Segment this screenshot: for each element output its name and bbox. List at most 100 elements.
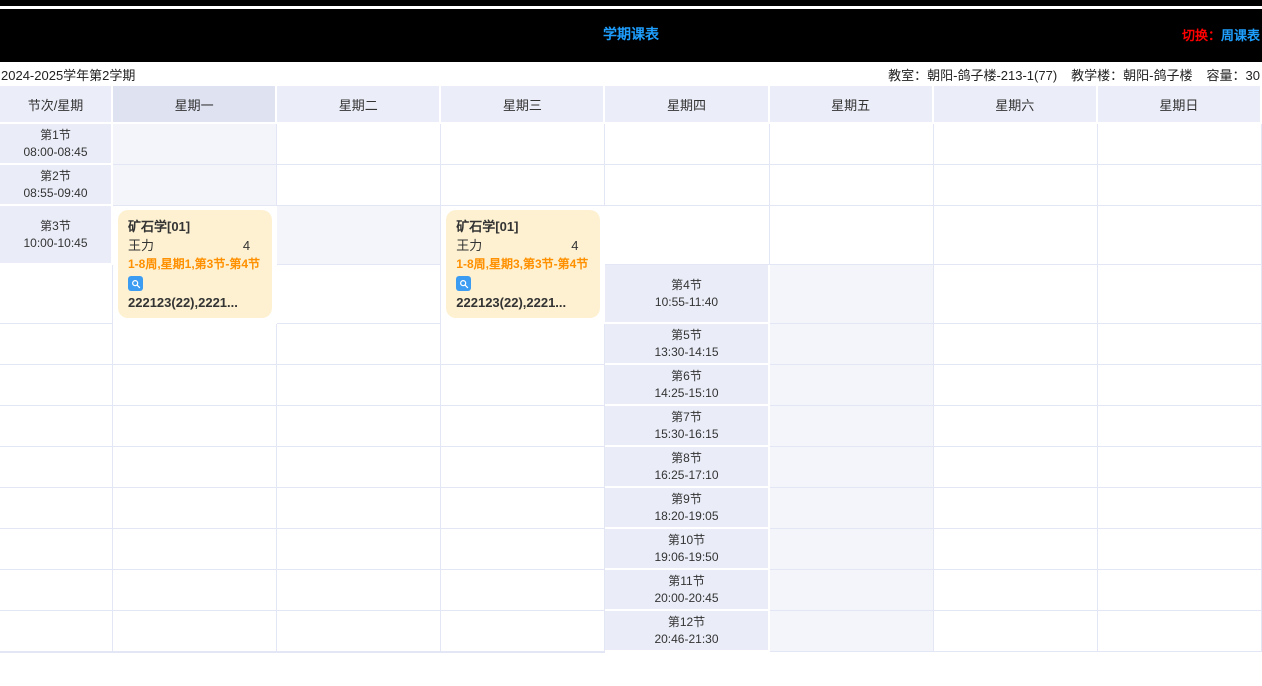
timetable-cell-thursday-p9 [0, 529, 113, 570]
period-name: 第11节 [668, 573, 704, 590]
timetable-cell-sunday-p2 [1098, 165, 1262, 206]
timetable-cell-thursday-p4 [0, 324, 113, 365]
page-title: 学期课表 [0, 24, 1262, 44]
capacity-label: 容量： [1207, 68, 1246, 83]
course-classes: 222123(22),2221... [456, 293, 590, 312]
period-time: 20:46-21:30 [654, 631, 718, 648]
timetable-cell-monday-p4 [770, 265, 934, 324]
period-cell-3: 第3节10:00-10:45 [0, 206, 113, 265]
timetable-cell-wednesday-p6 [1098, 365, 1262, 406]
course-hours: 4 [243, 236, 262, 255]
timetable-cell-wednesday-p4 [1098, 265, 1262, 324]
timetable-cell-thursday-p5 [0, 365, 113, 406]
timetable-cell-thursday-p1 [605, 124, 769, 165]
timetable-cell-friday-p9 [113, 529, 277, 570]
timetable-cell-tuesday-p9 [934, 488, 1098, 529]
switch-label: 切换： [1182, 28, 1221, 43]
timetable-cell-thursday-p6 [0, 406, 113, 447]
timetable-cell-tuesday-p10 [934, 529, 1098, 570]
timetable-cell-monday-p8 [770, 447, 934, 488]
course-schedule: 1-8周,星期1,第3节-第4节 [128, 255, 262, 274]
room-label: 教室： [888, 68, 927, 83]
building-value: 朝阳-鸽子楼 [1123, 68, 1192, 83]
app-header: 学期课表 切换：周课表 [0, 9, 1262, 62]
capacity-value: 30 [1246, 68, 1260, 83]
room-value: 朝阳-鸽子楼-213-1(77) [927, 68, 1057, 83]
course-card-wednesday[interactable]: 矿石学[01]王力41-8周,星期3,第3节-第4节222123(22),222… [446, 210, 600, 318]
timetable-cell-monday-p2 [113, 165, 277, 206]
timetable-cell-thursday-p8 [0, 488, 113, 529]
magnifier-glyph [131, 279, 141, 289]
view-switcher: 切换：周课表 [1182, 25, 1260, 44]
period-name: 第2节 [40, 168, 71, 185]
timetable-cell-friday-p12 [113, 652, 277, 653]
course-teacher: 王力 [128, 236, 154, 255]
period-cell-5: 第5节13:30-14:15 [605, 324, 769, 365]
timetable-cell-wednesday-p3 [770, 206, 934, 265]
timetable-cell-sunday-p1 [1098, 124, 1262, 165]
timetable-cell-thursday-p10 [0, 570, 113, 611]
course-icon-row [128, 274, 262, 293]
timetable-cell-saturday-p8 [277, 488, 441, 529]
day-header-sunday: 星期日 [1098, 86, 1262, 124]
course-teacher-row: 王力4 [456, 236, 590, 255]
period-name: 第10节 [668, 532, 705, 549]
course-schedule: 1-8周,星期3,第3节-第4节 [456, 255, 590, 274]
course-hours: 4 [571, 236, 590, 255]
page: 学期课表 切换：周课表 2024-2025学年第2学期 教室：朝阳-鸽子楼-21… [0, 0, 1262, 653]
timetable-cell-saturday-p3 [0, 265, 113, 324]
switch-week-view-link[interactable]: 周课表 [1221, 28, 1260, 43]
timetable-cell-tuesday-p4 [934, 265, 1098, 324]
period-time: 08:55-09:40 [23, 185, 87, 202]
period-time: 18:20-19:05 [654, 508, 718, 525]
timetable-cell-friday-p10 [113, 570, 277, 611]
timetable-cell-monday-p12 [770, 611, 934, 652]
timetable-cell-monday-p5 [770, 324, 934, 365]
timetable-cell-sunday-p5 [441, 365, 605, 406]
timetable-cell-thursday-p11 [0, 611, 113, 652]
timetable-cell-tuesday-p12 [934, 611, 1098, 652]
period-time: 14:25-15:10 [654, 385, 718, 402]
period-time: 13:30-14:15 [654, 344, 718, 361]
day-header-saturday: 星期六 [934, 86, 1098, 124]
period-name: 第12节 [668, 614, 705, 631]
period-time: 16:25-17:10 [654, 467, 718, 484]
timetable-cell-monday-p11 [770, 570, 934, 611]
timetable-cell-saturday-p9 [277, 529, 441, 570]
period-name: 第6节 [671, 368, 702, 385]
timetable-cell-sunday-p8 [441, 488, 605, 529]
timetable-cell-sunday-p3 [277, 265, 441, 324]
timetable-cell-sunday-p12 [441, 652, 605, 653]
timetable-cell-saturday-p7 [277, 447, 441, 488]
timetable-cell-wednesday-p10 [1098, 529, 1262, 570]
course-title: 矿石学[01] [128, 217, 262, 236]
timetable-cell-thursday-p2 [605, 165, 769, 206]
timetable-cell-friday-p2 [770, 165, 934, 206]
timetable-cell-wednesday-p9 [1098, 488, 1262, 529]
timetable-cell-saturday-p1 [934, 124, 1098, 165]
timetable-cell-saturday-p11 [277, 611, 441, 652]
period-name: 第7节 [671, 409, 702, 426]
magnifier-icon[interactable] [128, 276, 143, 291]
timetable-cell-monday-p10 [770, 529, 934, 570]
timetable-cell-friday-p4 [113, 324, 277, 365]
magnifier-glyph [459, 279, 469, 289]
day-header-wednesday: 星期三 [441, 86, 605, 124]
course-card-monday[interactable]: 矿石学[01]王力41-8周,星期1,第3节-第4节222123(22),222… [118, 210, 272, 318]
day-header-friday: 星期五 [770, 86, 934, 124]
magnifier-icon[interactable] [456, 276, 471, 291]
timetable-cell-tuesday-p5 [934, 324, 1098, 365]
timetable-cell-saturday-p6 [277, 406, 441, 447]
timetable-cell-friday-p8 [113, 488, 277, 529]
room-field: 教室：朝阳-鸽子楼-213-1(77) [888, 65, 1057, 84]
timetable-cell-tuesday-p1 [277, 124, 441, 165]
building-field: 教学楼：朝阳-鸽子楼 [1071, 65, 1192, 84]
timetable-cell-thursday-p12 [0, 652, 113, 653]
timetable-cell-sunday-p9 [441, 529, 605, 570]
timetable-cell-tuesday-p8 [934, 447, 1098, 488]
timetable-cell-thursday-p3 [934, 206, 1098, 265]
day-header-monday: 星期一 [113, 86, 277, 124]
period-cell-1: 第1节08:00-08:45 [0, 124, 113, 165]
period-time: 20:00-20:45 [654, 590, 718, 607]
period-cell-4: 第4节10:55-11:40 [605, 265, 769, 324]
